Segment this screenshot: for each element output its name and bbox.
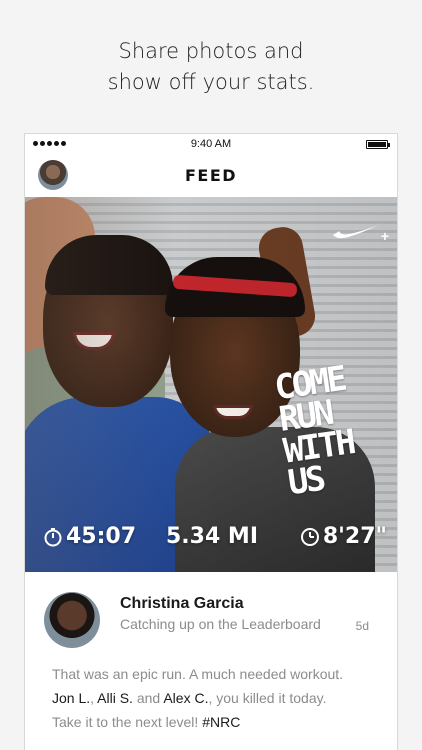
- plus-icon: +: [380, 228, 389, 244]
- overlay-text: COME RUN WITH US: [272, 359, 390, 503]
- status-bar: 9:40 AM: [25, 134, 397, 154]
- headline: Share photos and show off your stats.: [0, 36, 422, 98]
- post-line-1: That was an epic run. A much needed work…: [52, 666, 344, 682]
- post-subtitle: Catching up on the Leaderboard: [120, 616, 321, 632]
- pace-icon: [300, 527, 319, 546]
- post-line-2-end: , you killed it today.: [208, 690, 327, 706]
- mention-link[interactable]: Jon L.: [52, 690, 90, 706]
- status-time: 9:40 AM: [190, 138, 232, 150]
- nike-swoosh-icon: [333, 225, 379, 239]
- post-line-2: Jon L., Alli S. and Alex C., you killed …: [52, 686, 382, 710]
- hashtag-link[interactable]: #NRC: [202, 714, 240, 730]
- run-stats: 45:07 5.34 MI 8'27": [25, 524, 397, 558]
- phone-frame: 9:40 AM FEED + COME RUN WITH US 45:07 5.…: [24, 133, 398, 750]
- author-name[interactable]: Christina Garcia: [120, 595, 244, 613]
- pace-stat: 8'27": [300, 524, 387, 549]
- mention-link[interactable]: Alli S.: [97, 690, 133, 706]
- author-avatar[interactable]: [44, 592, 100, 648]
- page-title: FEED: [184, 166, 238, 185]
- post-photo[interactable]: + COME RUN WITH US 45:07 5.34 MI 8'27": [25, 197, 397, 572]
- headline-line-1: Share photos and: [118, 39, 304, 63]
- mention-link[interactable]: Alex C.: [163, 690, 208, 706]
- nav-bar: FEED: [25, 156, 397, 196]
- post-body: That was an epic run. A much needed work…: [52, 662, 382, 734]
- headline-line-2: show off your stats.: [107, 70, 315, 94]
- and-text: and: [132, 690, 164, 706]
- battery-icon: [366, 140, 390, 149]
- post-line-3-start: Take it to the next level!: [52, 714, 203, 730]
- distance-value: 5.34 MI: [165, 524, 259, 549]
- post-line-3: Take it to the next level! #NRC: [52, 710, 382, 734]
- post-age: 5d: [355, 619, 369, 633]
- pace-value: 8'27": [322, 524, 387, 549]
